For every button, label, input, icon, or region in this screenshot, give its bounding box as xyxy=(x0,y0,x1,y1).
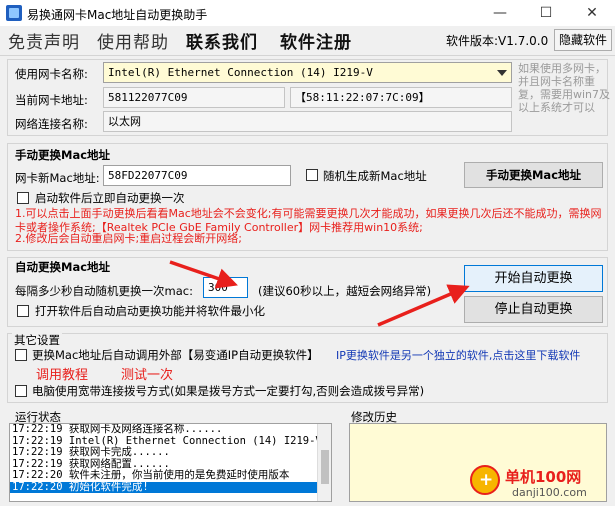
arrow-to-interval xyxy=(169,260,238,289)
annotation-arrows xyxy=(169,260,470,327)
arrow-to-start xyxy=(377,284,470,327)
